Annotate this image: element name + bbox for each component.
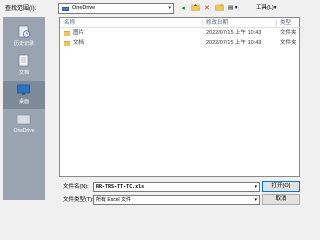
item-date: 2022/07/15 上午 10:43 [206,40,262,46]
filetype-select[interactable]: 所有 Excel 文件 ▾ [93,195,260,205]
filetype-value: 所有 Excel 文件 [96,197,132,203]
item-type: 文件夹 [280,40,297,46]
filename-label: 文件名(N): [63,184,89,190]
item-date: 2022/07/15 上午 10:43 [206,30,262,36]
look-in-combo[interactable]: OneDrive ▾ [58,3,174,14]
list-item[interactable]: 图片 2022/07/15 上午 10:43 文件夹 [60,29,301,38]
new-folder-glyph [214,3,224,11]
place-label: 文档 [18,70,29,76]
chevron-down-icon[interactable]: ▾ [254,183,257,191]
item-type: 文件夹 [280,30,297,36]
cancel-button[interactable]: 取消 [262,194,300,205]
onedrive-drive-icon [62,7,69,11]
column-header-name[interactable]: 名称 [64,18,75,28]
item-name: 文档 [73,40,85,46]
open-button[interactable]: 打开(O) [262,181,300,192]
place-onedrive[interactable]: OneDrive [3,111,45,139]
list-item[interactable]: 文档 2022/07/15 上午 10:43 文件夹 [60,39,301,48]
folder-icon [64,41,70,46]
item-name: 图片 [73,30,85,36]
back-icon[interactable]: ◂ [178,3,188,14]
folder-icon [64,31,70,36]
up-folder-icon[interactable] [190,3,200,14]
place-documents[interactable]: 文档 [3,52,45,80]
column-header-type[interactable]: 类型 [280,18,291,28]
onedrive-icon [16,114,31,125]
chevron-down-icon[interactable]: ▾ [168,4,171,13]
views-menu-button[interactable]: ▤ ▾ [228,3,250,14]
open-file-dialog: 查找范围(I): OneDrive ▾ ◂ ✕ ▤ ▾ 工具(L)▾ 历史记录 [0,0,301,205]
place-desktop[interactable]: 桌面 [3,81,45,109]
tools-menu-button[interactable]: 工具(L)▾ [256,3,296,14]
filetype-label: 文件类型(T): [63,197,94,203]
up-folder-glyph [190,4,200,11]
delete-icon[interactable]: ✕ [202,3,212,14]
look-in-value: OneDrive [72,5,96,11]
chevron-down-icon[interactable]: ▾ [254,196,257,204]
file-list[interactable]: 名称 修改日期 类型 图片 2022/07/15 上午 10:43 文件夹 文档… [59,17,301,177]
place-label: 桌面 [18,99,29,105]
place-history[interactable]: 历史记录 [3,23,45,51]
filename-field[interactable]: RR-TRS-TT-TC.xls ▾ [93,182,260,192]
place-label: 历史记录 [13,41,34,47]
desktop-icon [17,84,30,95]
new-folder-icon[interactable] [214,3,224,14]
column-divider[interactable] [202,19,203,27]
filename-value: RR-TRS-TT-TC.xls [96,184,145,190]
list-header: 名称 修改日期 类型 [60,18,301,28]
look-in-label: 查找范围(I): [5,6,37,12]
column-header-date[interactable]: 修改日期 [206,18,228,28]
documents-icon [18,54,29,67]
places-bar: 历史记录 文档 桌面 OneDrive [3,17,45,200]
history-icon [18,25,31,38]
column-divider[interactable] [276,19,277,27]
place-label: OneDrive [13,128,35,134]
